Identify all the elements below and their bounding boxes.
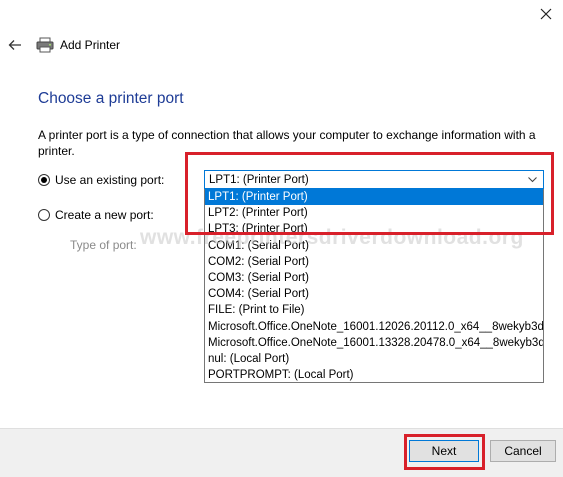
page-heading: Choose a printer port: [38, 90, 184, 107]
port-option[interactable]: Microsoft.Office.OneNote_16001.12026.201…: [205, 319, 543, 335]
port-option[interactable]: FILE: (Print to File): [205, 302, 543, 318]
port-dropdown[interactable]: LPT1: (Printer Port): [204, 170, 544, 189]
chevron-down-icon: [525, 176, 539, 183]
printer-icon: [36, 37, 54, 53]
page-description: A printer port is a type of connection t…: [38, 128, 536, 158]
port-dropdown-value: LPT1: (Printer Port): [209, 173, 309, 186]
window-title: Add Printer: [60, 38, 121, 52]
port-option[interactable]: PORTPROMPT: (Local Port): [205, 367, 543, 382]
next-button[interactable]: Next: [409, 440, 479, 462]
existing-port-label[interactable]: Use an existing port:: [55, 173, 164, 187]
close-icon: [540, 8, 552, 20]
port-option[interactable]: COM3: (Serial Port): [205, 270, 543, 286]
existing-port-radio[interactable]: [38, 174, 50, 186]
close-button[interactable]: [533, 2, 559, 26]
port-option[interactable]: Microsoft.Office.OneNote_16001.13328.204…: [205, 335, 543, 351]
port-option[interactable]: LPT2: (Printer Port): [205, 205, 543, 221]
back-button[interactable]: [6, 36, 24, 54]
cancel-button[interactable]: Cancel: [490, 440, 556, 462]
port-option[interactable]: COM1: (Serial Port): [205, 238, 543, 254]
radio-selected-dot: [41, 177, 47, 183]
port-option[interactable]: LPT3: (Printer Port): [205, 221, 543, 237]
port-type-label: Type of port:: [70, 238, 137, 252]
port-option[interactable]: COM2: (Serial Port): [205, 254, 543, 270]
back-arrow-icon: [8, 40, 21, 50]
port-option[interactable]: nul: (Local Port): [205, 351, 543, 367]
new-port-radio[interactable]: [38, 209, 50, 221]
port-option[interactable]: COM4: (Serial Port): [205, 286, 543, 302]
port-dropdown-list[interactable]: LPT1: (Printer Port) LPT2: (Printer Port)…: [204, 189, 544, 383]
port-option[interactable]: LPT1: (Printer Port): [205, 189, 543, 206]
new-port-label[interactable]: Create a new port:: [55, 208, 154, 222]
